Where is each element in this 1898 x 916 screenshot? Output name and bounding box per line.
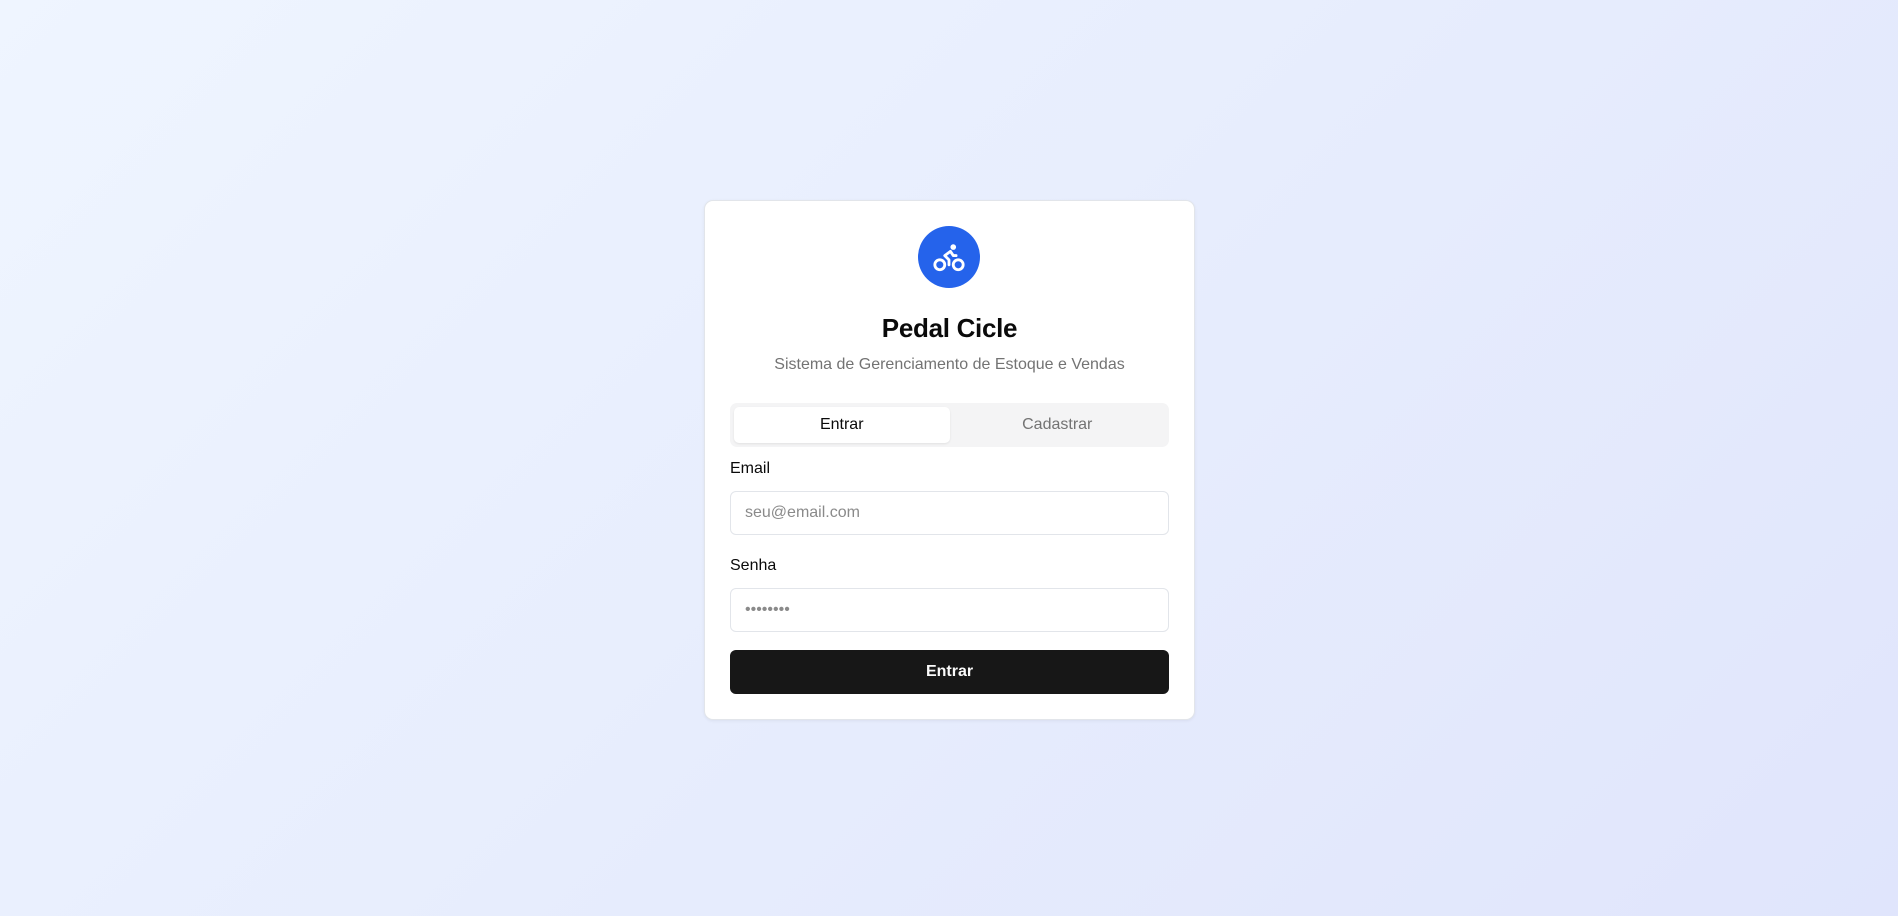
tab-entrar[interactable]: Entrar: [734, 407, 950, 443]
email-label: Email: [730, 460, 771, 477]
page-subtitle: Sistema de Gerenciamento de Estoque e Ve…: [774, 356, 1125, 373]
login-button[interactable]: Entrar: [730, 650, 1169, 694]
tab-cadastrar[interactable]: Cadastrar: [950, 407, 1166, 443]
page-title: Pedal Cicle: [881, 313, 1018, 343]
password-field[interactable]: [730, 588, 1169, 632]
senha-label: Senha: [730, 557, 777, 574]
login-card: Pedal Cicle Sistema de Gerenciamento de …: [704, 200, 1195, 720]
email-field[interactable]: [730, 491, 1169, 535]
app-logo: [918, 226, 980, 288]
bike-icon: [933, 244, 965, 272]
auth-tabs: Entrar Cadastrar: [730, 403, 1169, 447]
